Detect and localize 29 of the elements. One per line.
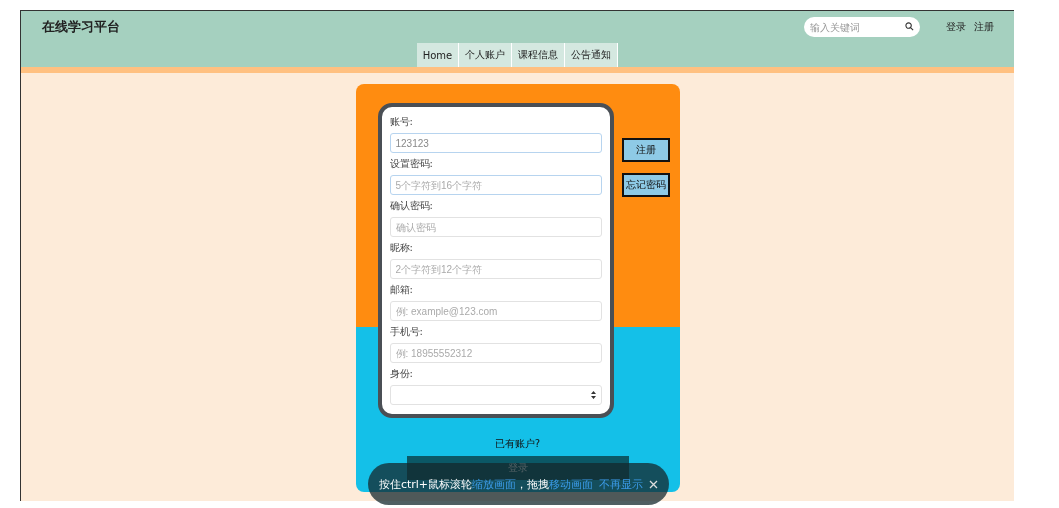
- field-label: 确认密码:: [389, 200, 434, 212]
- select-field[interactable]: [389, 385, 602, 405]
- input-field[interactable]: 例: example@123.com: [389, 301, 602, 321]
- forgot-password-button[interactable]: 忘记密码: [621, 173, 670, 197]
- nav-tab[interactable]: 个人账户: [459, 43, 513, 67]
- header-link[interactable]: 注册: [974, 20, 994, 34]
- input-field[interactable]: 2个字符到12个字符: [389, 259, 602, 279]
- hint-text: 按住ctrl+鼠标滚轮缩放画面，拖拽移动画面: [378, 476, 594, 492]
- input-field[interactable]: 确认密码: [389, 217, 602, 237]
- nav-tab[interactable]: Home: [416, 43, 460, 67]
- nav-tab[interactable]: 公告通知: [565, 43, 619, 67]
- updown-icon: [590, 391, 596, 399]
- field-label: 手机号:: [389, 326, 424, 338]
- close-icon[interactable]: [649, 479, 659, 489]
- input-field[interactable]: 123123: [389, 133, 602, 153]
- field-label: 昵称:: [389, 242, 414, 254]
- search-field[interactable]: 输入关键词: [804, 17, 920, 37]
- input-field[interactable]: 例: 18955552312: [389, 343, 602, 363]
- account-prompt: 已有账户?: [494, 437, 541, 451]
- field-label: 账号:: [389, 116, 414, 128]
- register-button[interactable]: 注册: [621, 138, 670, 162]
- search-icon[interactable]: [905, 22, 914, 31]
- field-label: 邮箱:: [389, 284, 414, 296]
- header-link[interactable]: 登录: [946, 20, 966, 34]
- nav-tab[interactable]: 课程信息: [512, 43, 566, 67]
- site-title: 在线学习平台: [42, 18, 120, 36]
- field-label: 设置密码:: [389, 158, 434, 170]
- input-field[interactable]: 5个字符到16个字符: [389, 175, 602, 195]
- field-label: 身份:: [389, 368, 414, 380]
